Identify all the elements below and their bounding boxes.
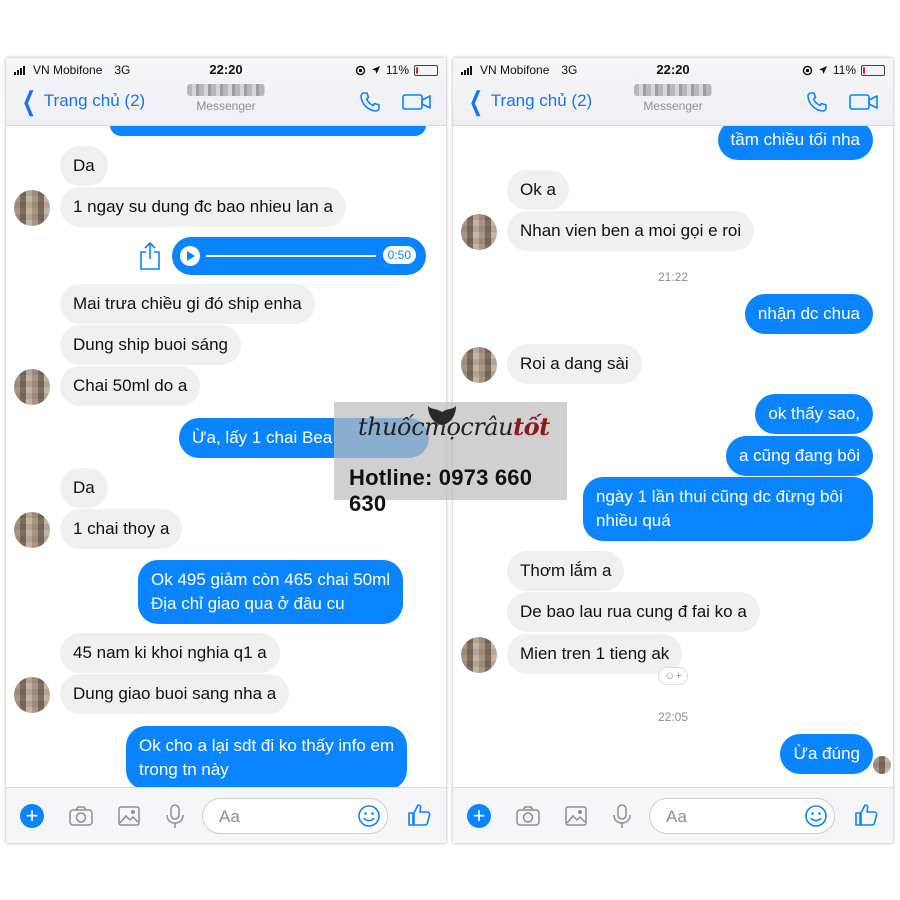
timestamp: 22:05 xyxy=(657,710,689,724)
location-icon xyxy=(371,66,380,74)
message-input-placeholder: Aa xyxy=(219,807,240,826)
contact-subtitle: Messenger xyxy=(643,99,703,113)
back-chevron-icon: ❮ xyxy=(21,86,36,116)
smile-icon[interactable] xyxy=(357,804,381,828)
avatar xyxy=(461,214,497,250)
composer-bar: + Aa xyxy=(453,787,893,843)
status-bar: VN Mobifone 3G 22:20 11% xyxy=(6,62,446,80)
message-bubble-outgoing: ngày 1 lần thui cũng dc đừng bôi nhiều q… xyxy=(583,477,873,541)
avatar xyxy=(461,347,497,383)
image-icon[interactable] xyxy=(116,803,142,829)
message-bubble-outgoing: Ok cho a lại sdt đi ko thấy info em tron… xyxy=(126,726,408,790)
composer-bar: + Aa xyxy=(6,787,446,843)
message-bubble-incoming: Mien tren 1 tieng ak xyxy=(507,634,683,674)
avatar xyxy=(14,369,50,405)
avatar xyxy=(14,677,50,713)
navigation-bar: VN Mobifone 3G 22:20 11% ❮ Trang chủ (2)… xyxy=(6,58,446,126)
audio-progress-line xyxy=(206,255,376,257)
message-bubble-incoming: Da xyxy=(60,468,108,508)
battery-icon xyxy=(414,64,438,76)
message-bubble-incoming: Nhan vien ben a moi gọi e roi xyxy=(507,211,755,251)
watermark-brand: thuốcmọcrâutốt xyxy=(358,412,550,441)
smile-icon[interactable] xyxy=(804,804,828,828)
thumbs-up-icon[interactable] xyxy=(406,802,432,828)
message-bubble-incoming: Ok a xyxy=(507,170,569,210)
message-input-placeholder: Aa xyxy=(666,807,687,826)
contact-title[interactable]: Messenger xyxy=(613,84,733,113)
message-bubble-incoming: Chai 50ml do a xyxy=(60,366,201,406)
video-camera-icon[interactable] xyxy=(402,92,432,112)
navigation-bar: VN Mobifone 3G 22:20 11% ❮ Trang chủ (2)… xyxy=(453,58,893,126)
microphone-icon[interactable] xyxy=(162,803,188,829)
back-button[interactable]: ❮ Trang chủ (2) xyxy=(465,86,593,116)
contact-title[interactable]: Messenger xyxy=(166,84,286,113)
phone-icon[interactable] xyxy=(805,90,829,114)
location-icon xyxy=(818,66,827,74)
message-bubble-incoming: Thơm lắm a xyxy=(507,551,625,591)
message-bubble-incoming: Da xyxy=(60,146,108,186)
audio-duration: 0:50 xyxy=(382,246,416,264)
message-bubble-incoming: De bao lau rua cung đ fai ko a xyxy=(507,592,760,632)
message-bubble-outgoing: tầm chiều tối nha xyxy=(717,120,873,160)
watermark: thuốcmọcrâutốt Hotline: 0973 660 630 xyxy=(334,402,567,516)
play-icon[interactable] xyxy=(180,246,200,266)
plus-icon[interactable]: + xyxy=(20,804,44,828)
watermark-hotline: Hotline: 0973 660 630 xyxy=(349,465,533,516)
message-bubble-incoming: 45 nam ki khoi nghia q1 a xyxy=(60,633,280,673)
rotation-lock-icon xyxy=(802,65,813,75)
microphone-icon[interactable] xyxy=(609,803,635,829)
phone-icon[interactable] xyxy=(358,90,382,114)
message-bubble-outgoing: ok thấy sao, xyxy=(755,394,873,434)
rotation-lock-icon xyxy=(355,65,366,75)
message-bubble-incoming: Roi a dang sài xyxy=(507,344,642,384)
message-bubble-incoming: 1 chai thoy a xyxy=(60,509,183,549)
message-bubble-outgoing: Ok 495 giảm còn 465 chai 50ml Địa chỉ gi… xyxy=(138,560,404,624)
contact-subtitle: Messenger xyxy=(196,99,256,113)
camera-icon[interactable] xyxy=(68,803,94,829)
share-icon[interactable] xyxy=(138,241,162,271)
back-label: Trang chủ (2) xyxy=(490,91,593,110)
status-bar: VN Mobifone 3G 22:20 11% xyxy=(453,62,893,80)
voice-message[interactable]: 0:50 xyxy=(172,237,426,275)
back-button[interactable]: ❮ Trang chủ (2) xyxy=(18,86,146,116)
video-camera-icon[interactable] xyxy=(849,92,879,112)
camera-icon[interactable] xyxy=(515,803,541,829)
message-bubble-incoming: Mai trưa chiều gi đó ship enha xyxy=(60,284,315,324)
message-bubble-outgoing: Ừa đúng xyxy=(780,734,873,774)
blurred-contact-name xyxy=(187,84,265,96)
avatar xyxy=(14,512,50,548)
message-bubble-outgoing: a cũng đang bôi xyxy=(726,436,873,476)
blurred-contact-name xyxy=(634,84,712,96)
message-input[interactable]: Aa xyxy=(649,798,835,834)
message-bubble-outgoing: nhận dc chua xyxy=(744,294,873,334)
avatar xyxy=(14,190,50,226)
seen-avatar xyxy=(873,756,891,774)
message-bubble-incoming: 1 ngay su dung đc bao nhieu lan a xyxy=(60,187,346,227)
timestamp: 21:22 xyxy=(657,270,689,284)
battery-percent: 11% xyxy=(832,63,856,77)
plus-icon[interactable]: + xyxy=(467,804,491,828)
back-chevron-icon: ❮ xyxy=(468,86,483,116)
add-reaction-icon[interactable]: ☺+ xyxy=(658,667,688,685)
battery-icon xyxy=(861,64,885,76)
message-bubble-incoming: Dung giao buoi sang nha a xyxy=(60,674,290,714)
avatar xyxy=(461,637,497,673)
back-label: Trang chủ (2) xyxy=(43,91,146,110)
message-input[interactable]: Aa xyxy=(202,798,388,834)
battery-percent: 11% xyxy=(385,63,409,77)
image-icon[interactable] xyxy=(563,803,589,829)
thumbs-up-icon[interactable] xyxy=(853,802,879,828)
message-bubble-incoming: Dung ship buoi sáng xyxy=(60,325,242,365)
